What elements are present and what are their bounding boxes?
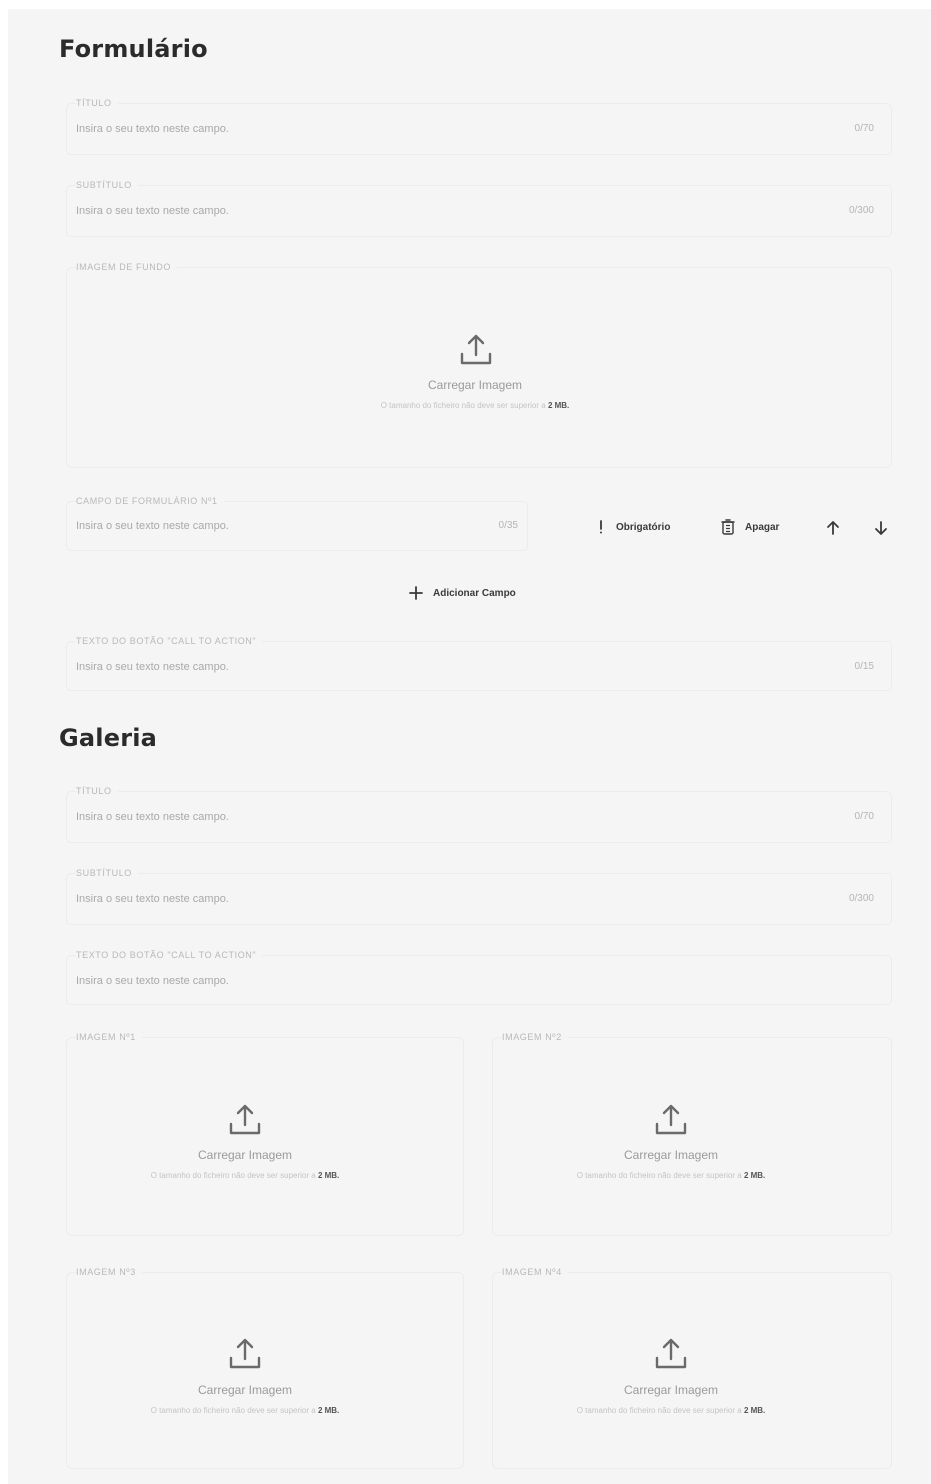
form-field-1-label: Campo de formulário Nº1	[76, 496, 224, 506]
gallery-title-counter: 0/70	[854, 811, 874, 822]
gallery-subtitle-counter: 0/300	[848, 893, 874, 904]
form-title-placeholder[interactable]: Insira o seu texto neste campo.	[76, 123, 229, 135]
gallery-image-2-hint: O tamanho do ficheiro não deve ser super…	[576, 1171, 766, 1180]
delete-label: Apagar	[745, 521, 780, 533]
gallery-title-label: Título	[76, 786, 118, 796]
form-section-title: Formulário	[59, 35, 208, 63]
gallery-cta-placeholder[interactable]: Insira o seu texto neste campo.	[76, 975, 229, 987]
form-subtitle-placeholder[interactable]: Insira o seu texto neste campo.	[76, 205, 229, 217]
background-upload-hint: O tamanho do ficheiro não deve ser super…	[380, 401, 570, 410]
gallery-image-4-dropzone[interactable]	[492, 1272, 892, 1469]
upload-icon[interactable]	[653, 1336, 689, 1372]
delete-field-button[interactable]: Apagar	[721, 519, 779, 535]
gallery-image-3-upload-label[interactable]: Carregar Imagem	[125, 1383, 365, 1397]
gallery-image-1-label: Imagem Nº1	[76, 1032, 142, 1042]
arrow-down-icon[interactable]	[873, 520, 889, 536]
form-cta-counter: 0/15	[854, 661, 874, 672]
trash-icon	[721, 519, 735, 535]
required-label: Obrigatório	[616, 521, 671, 533]
form-field-1-counter: 0/35	[498, 520, 518, 531]
form-field-1-placeholder[interactable]: Insira o seu texto neste campo.	[76, 520, 229, 532]
form-title-label: Título	[76, 98, 118, 108]
plus-icon	[409, 586, 423, 600]
upload-icon[interactable]	[458, 332, 494, 368]
form-subtitle-label: Subtítulo	[76, 180, 138, 190]
gallery-cta-label: Texto do botão "Call to action"	[76, 950, 263, 960]
gallery-image-3-label: Imagem Nº3	[76, 1267, 142, 1277]
upload-icon[interactable]	[227, 1336, 263, 1372]
gallery-section-title: Galeria	[59, 724, 158, 752]
upload-icon[interactable]	[227, 1102, 263, 1138]
gallery-image-4-label: Imagem Nº4	[502, 1267, 568, 1277]
gallery-image-2-upload-label[interactable]: Carregar Imagem	[551, 1148, 791, 1162]
gallery-image-4-upload-label[interactable]: Carregar Imagem	[551, 1383, 791, 1397]
gallery-subtitle-placeholder[interactable]: Insira o seu texto neste campo.	[76, 893, 229, 905]
background-image-label: Imagem de fundo	[76, 262, 178, 272]
exclamation-icon	[600, 520, 602, 534]
upload-icon[interactable]	[653, 1102, 689, 1138]
gallery-image-2-label: Imagem Nº2	[502, 1032, 568, 1042]
form-subtitle-counter: 0/300	[848, 205, 874, 216]
add-field-label: Adicionar Campo	[433, 587, 516, 599]
gallery-title-placeholder[interactable]: Insira o seu texto neste campo.	[76, 811, 229, 823]
background-upload-label[interactable]: Carregar Imagem	[355, 378, 595, 392]
gallery-image-2-dropzone[interactable]	[492, 1037, 892, 1236]
required-toggle[interactable]: Obrigatório	[596, 520, 670, 534]
gallery-image-1-dropzone[interactable]	[66, 1037, 464, 1236]
gallery-image-3-dropzone[interactable]	[66, 1272, 464, 1469]
arrow-up-icon[interactable]	[825, 520, 841, 536]
form-cta-placeholder[interactable]: Insira o seu texto neste campo.	[76, 661, 229, 673]
add-field-button[interactable]: Adicionar Campo	[409, 586, 516, 600]
form-cta-label: Texto do botão "Call to action"	[76, 636, 263, 646]
gallery-subtitle-label: Subtítulo	[76, 868, 138, 878]
form-title-counter: 0/70	[854, 123, 874, 134]
gallery-image-3-hint: O tamanho do ficheiro não deve ser super…	[150, 1406, 340, 1415]
gallery-image-1-hint: O tamanho do ficheiro não deve ser super…	[150, 1171, 340, 1180]
gallery-image-1-upload-label[interactable]: Carregar Imagem	[125, 1148, 365, 1162]
gallery-image-4-hint: O tamanho do ficheiro não deve ser super…	[576, 1406, 766, 1415]
